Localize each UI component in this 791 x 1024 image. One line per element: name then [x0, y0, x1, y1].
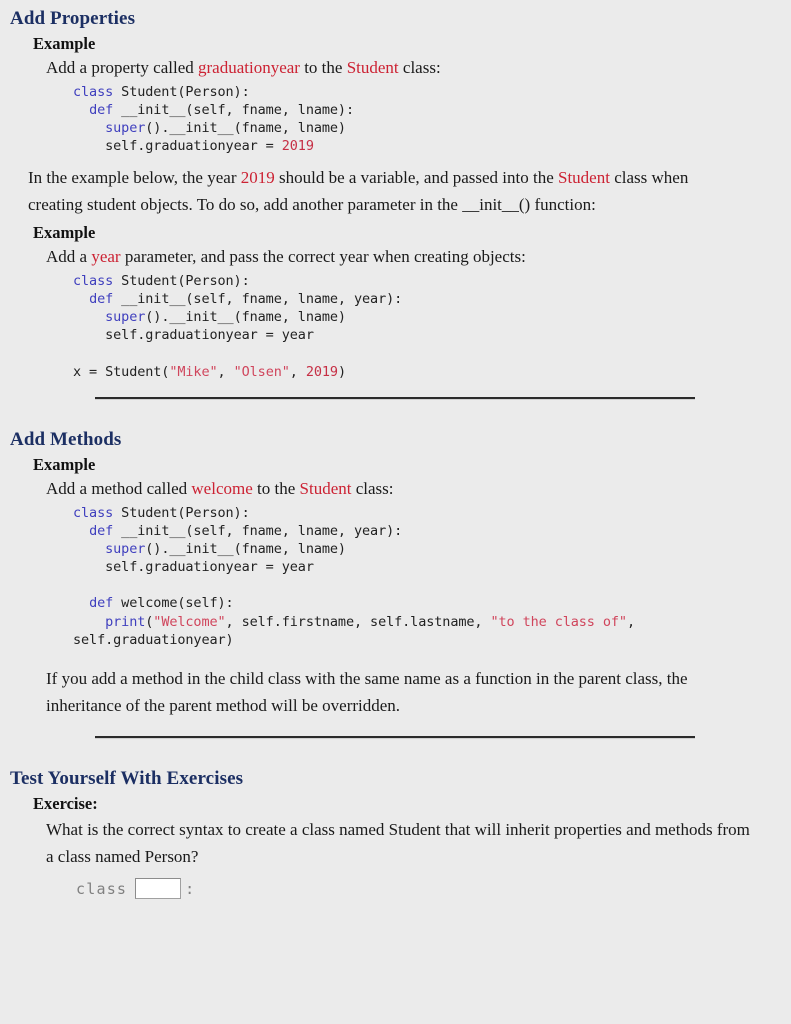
code-string-mike: "Mike" [169, 363, 218, 380]
add-methods-description: Add a method called welcome to the Stude… [46, 478, 791, 500]
code-keyword-super: super [105, 120, 146, 137]
flow-paragraph-variable: In the example below, the year 2019 shou… [28, 164, 791, 219]
inline-code-year: year [91, 247, 121, 267]
code-text: __init__(self, fname, lname): [113, 102, 354, 119]
example-label-properties: Example [33, 33, 96, 53]
exercise-colon: : [185, 879, 195, 898]
inline-code-2019: 2019 [240, 167, 275, 187]
page-title-add-properties: Add Properties [10, 8, 136, 29]
code-text: , [626, 613, 635, 630]
override-note: If you add a method in the child class w… [46, 668, 688, 716]
code-text: x = Student( [73, 363, 170, 380]
example-label-year-param: Example [33, 222, 96, 242]
page-title-test-yourself: Test Yourself With Exercises [10, 768, 244, 789]
code-string-class-of: "to the class of" [490, 613, 627, 630]
code-text: , [289, 363, 306, 380]
code-text: , self.firstname, self.lastname, [225, 613, 491, 630]
desc-text-prefix: Add a method called [46, 478, 192, 498]
exercise-answer-line: class : [76, 874, 791, 904]
code-text: Student(Person): [113, 272, 250, 289]
desc-text-middle: to the [299, 58, 347, 78]
code-keyword-def: def [89, 102, 114, 119]
flow-text-part1: In the example below, the year [28, 167, 241, 187]
code-text: Student(Person): [113, 83, 250, 100]
desc-text-suffix: parameter, and pass the correct year whe… [120, 247, 526, 267]
code-keyword-class: class [73, 504, 114, 521]
code-keyword-def: def [89, 290, 114, 307]
code-string-welcome: "Welcome" [153, 613, 226, 630]
inline-code-graduationyear: graduationyear [198, 58, 300, 78]
example-label-methods: Example [33, 454, 96, 474]
inline-code-welcome: welcome [191, 478, 253, 498]
inline-code-student: Student [299, 478, 352, 498]
exercise-keyword-class: class [76, 879, 128, 898]
code-text: __init__(self, fname, lname, year): [113, 522, 403, 539]
tutorial-page: Add Properties Example Add a property ca… [0, 0, 791, 1024]
code-builtin-print: print [105, 613, 146, 630]
desc-text-suffix: class: [351, 478, 394, 498]
code-block-add-methods: class Student(Person): def __init__(self… [73, 504, 791, 649]
desc-text-suffix: class: [398, 58, 441, 78]
code-text: ) [337, 363, 346, 380]
code-block-add-properties: class Student(Person): def __init__(self… [73, 83, 791, 156]
add-year-description: Add a year parameter, and pass the corre… [46, 246, 791, 268]
code-number-2019: 2019 [281, 138, 314, 155]
code-string-olsen: "Olsen" [233, 363, 290, 380]
flow-text-part2: should be a variable, and passed into th… [274, 167, 558, 187]
code-text: , [217, 363, 234, 380]
page-title-add-methods: Add Methods [10, 428, 122, 450]
code-text: welcome(self): [113, 595, 234, 612]
add-properties-description: Add a property called graduationyear to … [46, 57, 791, 79]
code-text: __init__(self, fname, lname, year): [113, 290, 403, 307]
code-keyword-def: def [89, 595, 114, 612]
code-text: Student(Person): [113, 504, 250, 521]
exercise-label: Exercise: [33, 793, 98, 813]
code-keyword-def: def [89, 522, 114, 539]
code-keyword-class: class [73, 83, 114, 100]
code-text: ().__init__(fname, lname) [145, 541, 346, 557]
code-text: self.graduationyear = year [73, 559, 314, 576]
code-number-2019: 2019 [305, 363, 338, 380]
code-text: self.graduationyear) [73, 631, 234, 648]
code-text: ().__init__(fname, lname) [145, 120, 346, 137]
inline-code-student: Student [558, 167, 610, 187]
inline-code-student: Student [346, 58, 399, 78]
code-keyword-super: super [105, 541, 146, 557]
code-text: ().__init__(fname, lname) [145, 309, 346, 326]
exercise-answer-input[interactable] [135, 878, 182, 900]
code-keyword-super: super [105, 309, 146, 326]
desc-text-prefix: Add a property called [46, 58, 198, 78]
desc-text-middle: to the [252, 478, 300, 498]
exercise-question: What is the correct syntax to create a c… [46, 820, 750, 866]
code-block-add-year: class Student(Person): def __init__(self… [73, 272, 791, 381]
desc-text-prefix: Add a [46, 247, 92, 267]
code-text: self.graduationyear = [73, 138, 282, 155]
code-keyword-class: class [73, 272, 114, 289]
code-text: self.graduationyear = year [73, 327, 314, 344]
